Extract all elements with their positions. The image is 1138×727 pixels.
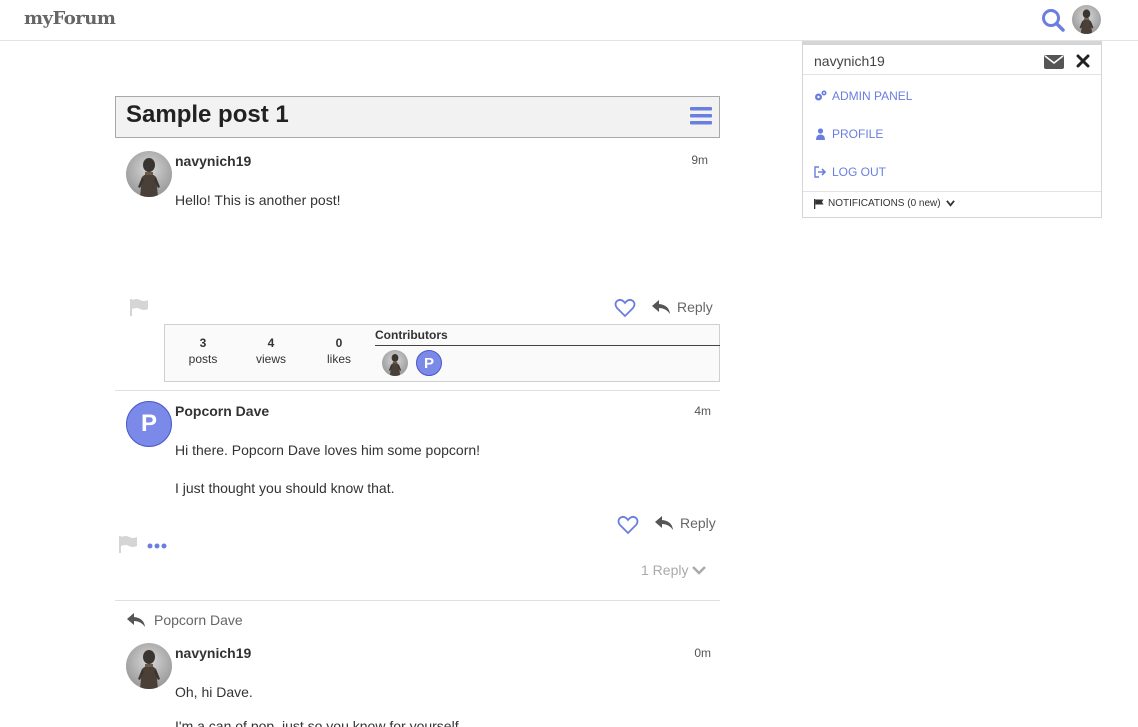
stat-label: views [255, 352, 286, 366]
menu-item-label: ADMIN PANEL [832, 89, 913, 103]
flag-icon [814, 198, 824, 209]
post-author-avatar-letter[interactable]: P [126, 401, 172, 447]
post-author-avatar[interactable] [126, 151, 172, 197]
post-username[interactable]: navynich19 [175, 153, 251, 169]
stat-count: 3 [199, 336, 207, 350]
reply-label: Reply [680, 515, 716, 531]
post-time[interactable]: 4m [663, 404, 711, 418]
topic-title: Sample post 1 [126, 101, 289, 128]
hamburger-icon[interactable] [690, 105, 712, 127]
reply-button[interactable]: Reply [651, 299, 713, 315]
reply-icon [652, 300, 670, 314]
post-divider [115, 390, 720, 391]
top-header: myForum [0, 0, 1138, 41]
chevron-down-icon [945, 200, 955, 207]
user-menu-username[interactable]: navynich19 [814, 53, 885, 69]
stat-views: 4 views [246, 335, 296, 367]
topic-title-bar: Sample post 1 [115, 96, 720, 138]
menu-item-label: PROFILE [832, 127, 884, 141]
avatar-image [382, 350, 408, 376]
contributor-avatar[interactable] [382, 350, 408, 376]
flag-icon[interactable] [118, 535, 138, 553]
reply-to-username: Popcorn Dave [154, 612, 243, 628]
post-body-line: I'm a can of pop, just so you know for y… [175, 718, 463, 727]
replies-toggle[interactable]: 1 Reply [641, 562, 707, 578]
replies-count-label: 1 Reply [641, 562, 689, 578]
stat-likes: 0 likes [314, 335, 364, 367]
menu-divider [803, 74, 1101, 75]
menu-item-log-out[interactable]: LOG OUT [814, 165, 886, 179]
reply-to-link[interactable]: Popcorn Dave [126, 612, 243, 628]
reply-label: Reply [677, 299, 713, 315]
user-icon [816, 128, 825, 140]
notifications-toggle[interactable]: NOTIFICATIONS (0 new) [814, 198, 956, 209]
stat-posts: 3 posts [178, 335, 228, 367]
contributors-label: Contributors [375, 328, 448, 342]
site-logo[interactable]: myForum [24, 8, 116, 29]
post-username[interactable]: navynich19 [175, 645, 251, 661]
like-heart-icon[interactable] [614, 298, 636, 318]
post-body-line: I just thought you should know that. [175, 480, 395, 496]
menu-item-admin-panel[interactable]: ADMIN PANEL [814, 89, 912, 103]
more-options-icon[interactable] [147, 537, 167, 553]
search-icon[interactable] [1040, 7, 1066, 33]
post-divider [115, 600, 720, 601]
reply-button[interactable]: Reply [654, 515, 716, 531]
chevron-down-icon [692, 566, 707, 575]
post-body-line: Hello! This is another post! [175, 192, 341, 208]
flag-icon[interactable] [129, 298, 149, 316]
contributors-divider [375, 345, 720, 346]
envelope-icon[interactable] [1044, 54, 1064, 70]
user-avatar-button[interactable] [1072, 5, 1101, 34]
post-time[interactable]: 9m [660, 153, 708, 167]
reply-icon [655, 516, 673, 530]
avatar-image [126, 151, 172, 197]
close-icon[interactable] [1076, 54, 1090, 68]
post-author-avatar[interactable] [126, 643, 172, 689]
contributor-avatar-letter[interactable]: P [416, 350, 442, 376]
user-menu-dropdown: navynich19 ADMIN PANEL PROFILE LOG OUT N… [802, 41, 1102, 218]
menu-divider [803, 191, 1101, 192]
gears-icon [815, 90, 827, 101]
menu-item-label: LOG OUT [832, 165, 887, 179]
reply-icon [127, 613, 145, 627]
user-avatar [1072, 5, 1101, 34]
notifications-label: NOTIFICATIONS (0 new) [828, 198, 941, 209]
post-body-line: Hi there. Popcorn Dave loves him some po… [175, 442, 481, 458]
post-time[interactable]: 0m [663, 646, 711, 660]
stat-label: likes [326, 352, 351, 366]
sign-out-icon [814, 166, 827, 178]
topic-map: 3 posts 4 views 0 likes Contributors P [164, 324, 720, 382]
like-heart-icon[interactable] [617, 515, 639, 535]
stat-count: 4 [267, 336, 275, 350]
avatar-image [126, 643, 172, 689]
stat-label: posts [188, 352, 218, 366]
post-username[interactable]: Popcorn Dave [175, 403, 269, 419]
stat-count: 0 [335, 336, 343, 350]
menu-item-profile[interactable]: PROFILE [814, 127, 883, 141]
post-body-line: Oh, hi Dave. [175, 684, 253, 700]
